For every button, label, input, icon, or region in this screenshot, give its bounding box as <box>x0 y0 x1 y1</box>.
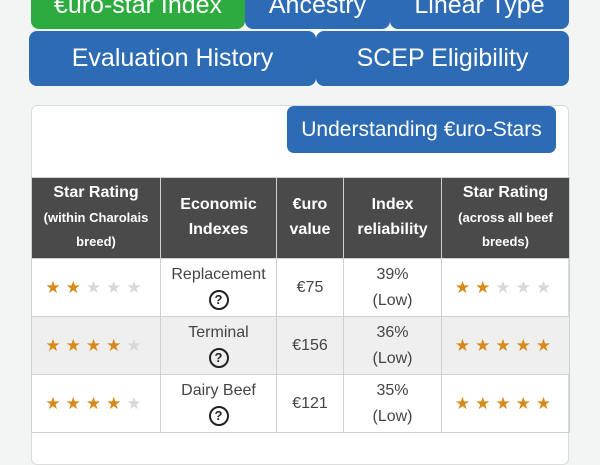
star-filled-icon: ★ <box>106 335 127 355</box>
star-empty-icon: ★ <box>535 277 557 297</box>
within-breed-stars: ★★★★★ <box>31 316 161 375</box>
within-breed-stars: ★★★★★ <box>31 258 161 317</box>
reliability-level: (Low) <box>372 407 413 425</box>
tab-label: Linear Type <box>414 0 545 19</box>
star-filled-icon: ★ <box>65 335 86 355</box>
index-name: Terminal <box>188 323 249 341</box>
table-row: ★★★★★ Replacement? €75 39% (Low) ★★★★★ <box>31 258 570 317</box>
economic-index-cell: Terminal? <box>160 316 277 375</box>
star-empty-icon: ★ <box>515 277 536 297</box>
tab-ancestry[interactable]: Ancestry <box>245 0 390 29</box>
euro-value: €121 <box>276 374 344 433</box>
tab-evaluation-history[interactable]: Evaluation History <box>29 31 316 86</box>
tab-euro-star-index[interactable]: €uro-star Index <box>31 0 245 29</box>
star-empty-icon: ★ <box>85 277 107 297</box>
across-breeds-stars: ★★★★★ <box>441 258 570 317</box>
star-empty-icon: ★ <box>126 277 147 297</box>
help-icon[interactable]: ? <box>208 405 229 426</box>
header-euro-value: €uro value <box>276 177 344 259</box>
star-filled-icon: ★ <box>85 393 107 413</box>
tab-scep-eligibility[interactable]: SCEP Eligibility <box>316 31 569 86</box>
index-reliability: 35% (Low) <box>343 374 442 433</box>
reliability-percent: 36% <box>376 323 409 341</box>
reliability-percent: 35% <box>376 381 409 399</box>
across-breeds-stars: ★★★★★ <box>441 374 570 433</box>
euro-value: €156 <box>276 316 344 375</box>
tab-linear-type[interactable]: Linear Type <box>390 0 569 29</box>
star-filled-icon: ★ <box>65 393 86 413</box>
star-filled-icon: ★ <box>475 277 496 297</box>
star-filled-icon: ★ <box>535 393 557 413</box>
table-row: ★★★★★ Dairy Beef? €121 35% (Low) ★★★★★ <box>31 374 570 433</box>
star-empty-icon: ★ <box>106 277 127 297</box>
star-filled-icon: ★ <box>495 393 516 413</box>
star-filled-icon: ★ <box>454 335 476 355</box>
reliability-level: (Low) <box>372 291 413 309</box>
across-breeds-stars: ★★★★★ <box>441 316 570 375</box>
tab-label: Evaluation History <box>71 44 274 72</box>
star-filled-icon: ★ <box>45 393 66 413</box>
star-filled-icon: ★ <box>454 393 476 413</box>
within-breed-stars: ★★★★★ <box>31 374 161 433</box>
index-reliability: 36% (Low) <box>343 316 442 375</box>
star-filled-icon: ★ <box>515 335 536 355</box>
header-economic-indexes: Economic Indexes <box>160 177 277 259</box>
star-filled-icon: ★ <box>85 335 107 355</box>
header-star-rating-within: Star Rating (within Charolais breed) <box>31 177 161 259</box>
index-reliability: 39% (Low) <box>343 258 442 317</box>
star-empty-icon: ★ <box>126 335 147 355</box>
understanding-euro-stars-button[interactable]: Understanding €uro-Stars <box>287 106 556 153</box>
help-icon[interactable]: ? <box>208 347 229 368</box>
header-star-rating-across: Star Rating (across all beef breeds) <box>441 177 570 259</box>
star-empty-icon: ★ <box>495 277 516 297</box>
star-filled-icon: ★ <box>45 277 66 297</box>
star-filled-icon: ★ <box>454 277 476 297</box>
star-filled-icon: ★ <box>475 335 496 355</box>
help-icon[interactable]: ? <box>208 289 229 310</box>
button-label: Understanding €uro-Stars <box>301 117 542 141</box>
index-name: Dairy Beef <box>181 381 256 399</box>
header-index-reliability: Index reliability <box>343 177 442 259</box>
reliability-percent: 39% <box>376 265 409 283</box>
star-filled-icon: ★ <box>495 335 516 355</box>
reliability-level: (Low) <box>372 349 413 367</box>
table-row: ★★★★★ Terminal? €156 36% (Low) ★★★★★ <box>31 316 570 375</box>
economic-index-cell: Replacement? <box>160 258 277 317</box>
star-filled-icon: ★ <box>106 393 127 413</box>
star-filled-icon: ★ <box>65 277 86 297</box>
economic-index-cell: Dairy Beef? <box>160 374 277 433</box>
star-filled-icon: ★ <box>535 335 557 355</box>
euro-value: €75 <box>276 258 344 317</box>
tab-label: Ancestry <box>268 0 367 19</box>
star-filled-icon: ★ <box>45 335 66 355</box>
tab-label: €uro-star Index <box>53 0 223 19</box>
index-name: Replacement <box>171 265 266 283</box>
star-filled-icon: ★ <box>475 393 496 413</box>
tab-label: SCEP Eligibility <box>356 44 529 72</box>
table-header-row: Star Rating (within Charolais breed) Eco… <box>31 177 570 259</box>
star-empty-icon: ★ <box>126 393 147 413</box>
star-filled-icon: ★ <box>515 393 536 413</box>
star-rating-table: Star Rating (within Charolais breed) Eco… <box>31 177 570 433</box>
